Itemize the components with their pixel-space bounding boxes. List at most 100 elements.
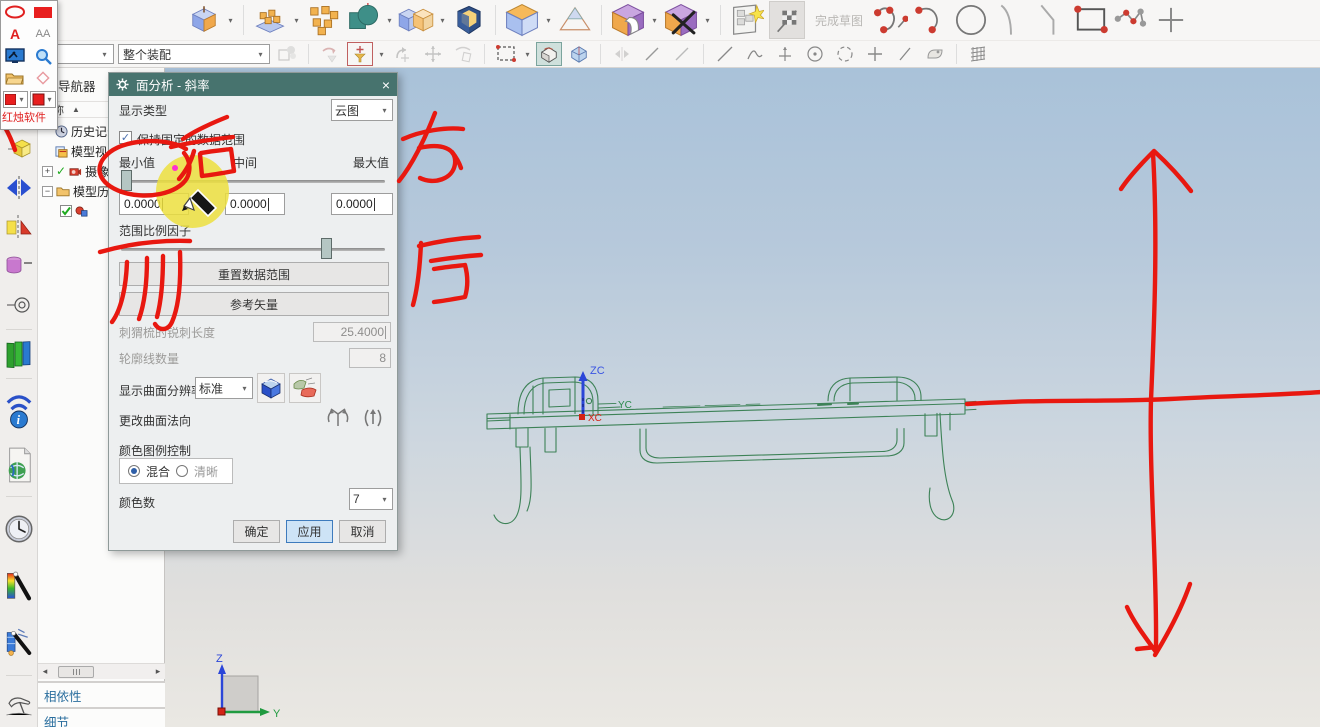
caret-down-icon[interactable]: ▾ [385,16,394,25]
sketch-axis-point-icon[interactable] [772,42,798,66]
section-details[interactable]: 细节 [38,707,165,727]
studio-spline-icon[interactable] [873,1,909,39]
sort-asc-icon[interactable]: ▲ [72,105,80,114]
draw-rectangle-icon[interactable] [29,1,57,23]
extrude-icon[interactable] [186,1,222,39]
sketch-curve-icon[interactable] [742,42,768,66]
sharp-radio[interactable] [176,465,188,477]
section-dependencies[interactable]: 相依性 [38,681,165,707]
diamond-shape-icon[interactable] [29,67,57,89]
expand-triangles-icon[interactable] [609,42,635,66]
snap-filter-icon[interactable] [347,42,373,66]
datum-cube-icon[interactable] [4,134,34,164]
resolution-dropdown[interactable]: 标准▾ [195,377,253,399]
ok-button[interactable]: 确定 [233,520,280,543]
color-wand-icon[interactable] [4,561,34,609]
chamfer-corner-icon[interactable] [1033,1,1069,39]
rotate-pose-icon[interactable] [450,42,476,66]
rectangle-icon[interactable] [1073,1,1109,39]
caret-down-icon[interactable]: ▾ [703,16,712,25]
reference-vector-button[interactable]: 参考矢量 [119,292,389,316]
cancel-button[interactable]: 取消 [339,520,386,543]
finish-sketch-flag-icon[interactable] [769,1,805,39]
caret-down-icon[interactable]: ▾ [292,16,301,25]
screen-capture-icon[interactable] [1,45,29,67]
reset-data-range-button[interactable]: 重置数据范围 [119,262,389,286]
unite-boolean-icon[interactable] [345,1,381,39]
draw-text-icon[interactable]: A [1,23,29,45]
selection-scope-combo[interactable]: 整个装配▾ [118,44,270,64]
shell-icon[interactable] [451,1,487,39]
scale-slider-track[interactable] [121,248,385,251]
color-count-dropdown[interactable]: 7▾ [349,488,393,510]
boolean-cubes-icon[interactable] [398,1,434,39]
dialog-titlebar[interactable]: 面分析 - 斜率 × [109,73,397,96]
navigator-hscrollbar[interactable]: ◂ ▸ [38,663,165,679]
face-analysis-slope-dialog[interactable]: 面分析 - 斜率 × 显示类型 云图▾ ✓ 保持固定的数据范围 最小值 中间 最… [108,72,398,551]
delete-face-icon[interactable] [663,1,699,39]
text-size-icon[interactable]: AA [29,23,57,45]
caret-down-icon[interactable]: ▾ [523,50,532,59]
point-plus-icon[interactable] [1153,1,1189,39]
magnifier-icon[interactable] [29,45,57,67]
apply-button[interactable]: 应用 [286,520,333,543]
fillet-corner-icon[interactable] [993,1,1029,39]
surface-patch-icon[interactable] [922,42,948,66]
ink-color-combo[interactable]: ▾ [3,91,28,108]
sketch-point-icon[interactable] [862,42,888,66]
collapse-icon[interactable]: − [42,186,53,197]
checked-checkbox-icon[interactable] [60,205,72,217]
shaded-view-icon[interactable] [536,42,562,66]
circle-center-icon[interactable] [802,42,828,66]
grid-icon[interactable] [965,42,991,66]
max-value-field[interactable]: 0.0000 [331,193,393,215]
draw-ellipse-icon[interactable] [1,1,29,23]
keep-fixed-range-checkbox[interactable]: ✓ [119,131,132,144]
layout-window-icon[interactable] [729,1,765,39]
assembly-cube-icon[interactable] [274,42,300,66]
scrollbar-track[interactable] [52,666,151,678]
circle-dashed-icon[interactable] [832,42,858,66]
web-page-icon[interactable] [4,443,34,487]
wedge-pair-icon[interactable] [4,212,34,242]
library-books-icon[interactable] [4,339,34,369]
face-analysis-faces-icon[interactable] [289,373,321,403]
caret-down-icon[interactable]: ▾ [650,16,659,25]
scatter-pattern-icon[interactable] [305,1,341,39]
normal-arrows-icon[interactable] [323,404,353,432]
caret-down-icon[interactable]: ▾ [438,16,447,25]
cylinder-sketch-icon[interactable] [4,251,34,281]
circle-icon[interactable] [953,1,989,39]
slash-line2-icon[interactable] [669,42,695,66]
redo-arrow-icon[interactable] [390,42,416,66]
mirror-feature-icon[interactable] [4,173,34,203]
blend-cube-icon[interactable] [504,1,540,39]
slash-line-icon[interactable] [639,42,665,66]
move-cross-icon[interactable] [420,42,446,66]
edit-object-wand-icon[interactable] [4,618,34,666]
rectangle-select-icon[interactable] [493,42,519,66]
scroll-left-icon[interactable]: ◂ [38,665,52,679]
sketch-line-icon[interactable] [712,42,738,66]
sketch-hammer-icon[interactable] [4,685,34,725]
caret-down-icon[interactable]: ▾ [544,16,553,25]
history-clock-icon[interactable] [4,506,34,552]
display-type-dropdown[interactable]: 云图▾ [331,99,393,121]
selection-filter-combo[interactable]: ▾ [56,44,114,64]
draft-outline-icon[interactable] [557,1,593,39]
fill-color-combo[interactable]: ▾ [30,91,56,108]
shaded-analysis-icon[interactable] [257,373,285,403]
scale-slider-handle[interactable] [321,238,332,259]
sketch-slash-icon[interactable] [892,42,918,66]
scrollbar-thumb[interactable] [58,666,94,678]
blend-radio[interactable] [128,465,140,477]
range-slider-handle[interactable] [121,170,132,191]
arc-icon[interactable] [913,1,949,39]
expand-icon[interactable]: + [42,166,53,177]
open-folder-icon[interactable] [1,67,29,89]
mid-value-field[interactable]: 0.0000 [225,193,285,215]
wireframe-view-icon[interactable] [566,42,592,66]
flip-normal-icon[interactable] [357,404,389,432]
datum-target-icon[interactable] [4,290,34,320]
info-wireless-icon[interactable]: i [4,388,34,434]
